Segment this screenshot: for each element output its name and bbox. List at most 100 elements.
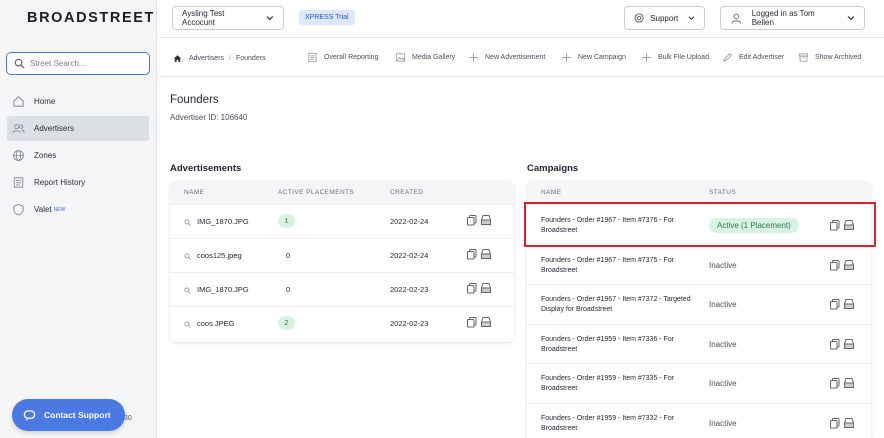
campaign-name[interactable]: Founders - Order #1959 - Item #7335 - Fo… xyxy=(541,374,701,394)
ad-name[interactable]: coos125.jpeg xyxy=(197,251,242,260)
table-row[interactable]: Founders - Order #1959 - Item #7335 - Fo… xyxy=(527,363,871,403)
user-icon xyxy=(731,13,742,24)
created-date: 2022-02-23 xyxy=(390,319,429,328)
sidebar-item-report-history[interactable]: Report History xyxy=(7,170,149,195)
ad-name[interactable]: coos.JPEG xyxy=(197,319,235,328)
sidebar-item-label: Valet xyxy=(34,205,52,214)
archive-icon[interactable] xyxy=(480,282,492,294)
campaign-name[interactable]: Founders - Order #1967 - Item #7376 - Fo… xyxy=(541,216,701,236)
ad-name-cell[interactable]: IMG_1870.JPG xyxy=(184,217,249,226)
copy-icon[interactable] xyxy=(829,417,841,429)
street-search[interactable] xyxy=(6,52,150,75)
placement-count: 1 xyxy=(278,214,295,228)
advertisements-header: NAME ACTIVE PLACEMENTS CREATED xyxy=(170,181,514,204)
column-header-name[interactable]: NAME xyxy=(541,189,561,196)
sidebar-item-advertisers[interactable]: Advertisers xyxy=(7,116,149,141)
table-row[interactable]: IMG_1870.JPG 0 2022-02-23 xyxy=(170,272,514,306)
ad-name[interactable]: IMG_1870.JPG xyxy=(197,217,249,226)
campaign-name[interactable]: Founders - Order #1959 - Item #7336 - Fo… xyxy=(541,335,701,355)
sidebar-nav: Home Advertisers Zones Report History Va… xyxy=(7,89,149,224)
column-header-active-placements[interactable]: ACTIVE PLACEMENTS xyxy=(278,189,354,196)
table-row[interactable]: Founders - Order #1967 - Item #7375 - Fo… xyxy=(527,245,871,284)
archive-icon[interactable] xyxy=(480,214,492,226)
account-label: Aysling Test Accocunt xyxy=(182,9,225,27)
user-menu[interactable]: Logged in as Tom Bellen xyxy=(720,6,865,30)
campaigns-header: NAME STATUS xyxy=(527,181,871,204)
copy-icon[interactable] xyxy=(829,338,841,350)
status-text: Inactive xyxy=(709,300,737,309)
archive-icon[interactable] xyxy=(480,316,492,328)
column-header-name[interactable]: NAME xyxy=(184,189,204,196)
copy-icon[interactable] xyxy=(466,214,478,226)
edit-advertiser-button[interactable]: Edit Advertiser xyxy=(722,52,784,63)
contact-support-button[interactable]: Contact Support xyxy=(12,399,125,431)
copy-icon[interactable] xyxy=(466,282,478,294)
copy-icon[interactable] xyxy=(466,248,478,260)
sidebar: BROADSTREET Home Advertisers Zones Repor… xyxy=(0,0,157,438)
archive-icon[interactable] xyxy=(843,219,855,231)
new-campaign-button[interactable]: New Campaign xyxy=(561,52,626,63)
archive-icon[interactable] xyxy=(843,259,855,271)
account-selector[interactable]: Aysling Test Accocunt xyxy=(172,6,284,30)
archive-icon[interactable] xyxy=(843,298,855,310)
ad-name-cell[interactable]: IMG_1870.JPG xyxy=(184,285,249,294)
archive-icon[interactable] xyxy=(480,248,492,260)
copy-icon[interactable] xyxy=(829,298,841,310)
ad-name-cell[interactable]: coos.JPEG xyxy=(184,319,235,328)
pencil-icon xyxy=(723,53,732,62)
campaign-name[interactable]: Founders - Order #1959 - Item #7332 - Fo… xyxy=(541,414,701,434)
table-row[interactable]: coos125.jpeg 0 2022-02-24 xyxy=(170,238,514,272)
status-text: Inactive xyxy=(709,340,737,349)
media-gallery-button[interactable]: Media Gallery xyxy=(395,52,455,63)
ad-name-cell[interactable]: coos125.jpeg xyxy=(184,251,242,260)
edit-advertiser-label: Edit Advertiser xyxy=(739,54,785,61)
table-row[interactable]: coos.JPEG 2 2022-02-23 xyxy=(170,306,514,341)
image-icon xyxy=(395,53,406,62)
new-advertisement-button[interactable]: New Advertisement xyxy=(468,52,545,63)
support-label: Support xyxy=(650,13,679,23)
copy-icon[interactable] xyxy=(466,316,478,328)
archive-icon[interactable] xyxy=(843,338,855,350)
breadcrumb-advertisers[interactable]: Advertisers xyxy=(189,55,224,62)
campaign-name[interactable]: Founders - Order #1967 - Item #7375 - Fo… xyxy=(541,256,701,276)
ad-name[interactable]: IMG_1870.JPG xyxy=(197,285,249,294)
search-icon xyxy=(184,252,191,260)
sidebar-item-valet[interactable]: Valet NEW xyxy=(7,197,149,222)
table-row[interactable]: IMG_1870.JPG 1 2022-02-24 xyxy=(170,204,514,238)
sidebar-item-zones[interactable]: Zones xyxy=(7,143,149,168)
broadstreet-logo[interactable]: BROADSTREET xyxy=(27,10,155,26)
plus-icon xyxy=(562,53,571,62)
copy-icon[interactable] xyxy=(829,259,841,271)
placement-count: 0 xyxy=(286,251,291,260)
table-row[interactable]: Founders - Order #1967 - Item #7376 - Fo… xyxy=(527,204,871,245)
show-archived-button[interactable]: Show Archived xyxy=(798,52,861,63)
column-header-status[interactable]: STATUS xyxy=(709,189,736,196)
support-button[interactable]: Support xyxy=(624,6,705,30)
copy-icon[interactable] xyxy=(829,219,841,231)
table-row[interactable]: Founders - Order #1959 - Item #7336 - Fo… xyxy=(527,324,871,363)
sidebar-item-label: Home xyxy=(34,97,56,106)
archive-icon[interactable] xyxy=(843,417,855,429)
new-advertisement-label: New Advertisement xyxy=(485,54,546,61)
home-icon[interactable] xyxy=(173,54,182,63)
table-row[interactable]: Founders - Order #1959 - Item #7332 - Fo… xyxy=(527,403,871,438)
user-label: Logged in as Tom Bellen xyxy=(751,9,815,27)
copy-icon[interactable] xyxy=(829,377,841,389)
status-text: Inactive xyxy=(709,379,737,388)
bulk-file-upload-button[interactable]: Bulk File Upload xyxy=(641,52,709,63)
status-text: Inactive xyxy=(709,419,737,428)
created-date: 2022-02-23 xyxy=(390,285,429,294)
contact-support-label: Contact Support xyxy=(44,410,111,420)
chat-icon xyxy=(23,409,36,421)
campaign-name[interactable]: Founders - Order #1967 - Item #7372 - Ta… xyxy=(541,295,701,315)
plus-icon xyxy=(469,53,478,62)
sidebar-item-home[interactable]: Home xyxy=(7,89,149,114)
show-archived-label: Show Archived xyxy=(815,54,862,61)
column-header-created[interactable]: CREATED xyxy=(390,189,423,196)
search-icon xyxy=(184,286,191,294)
archive-icon[interactable] xyxy=(843,377,855,389)
breadcrumb-founders: Founders xyxy=(235,55,266,62)
overall-reporting-button[interactable]: Overall Reporting xyxy=(307,52,378,63)
table-row[interactable]: Founders - Order #1967 - Item #7372 - Ta… xyxy=(527,284,871,324)
search-input[interactable] xyxy=(30,59,140,68)
